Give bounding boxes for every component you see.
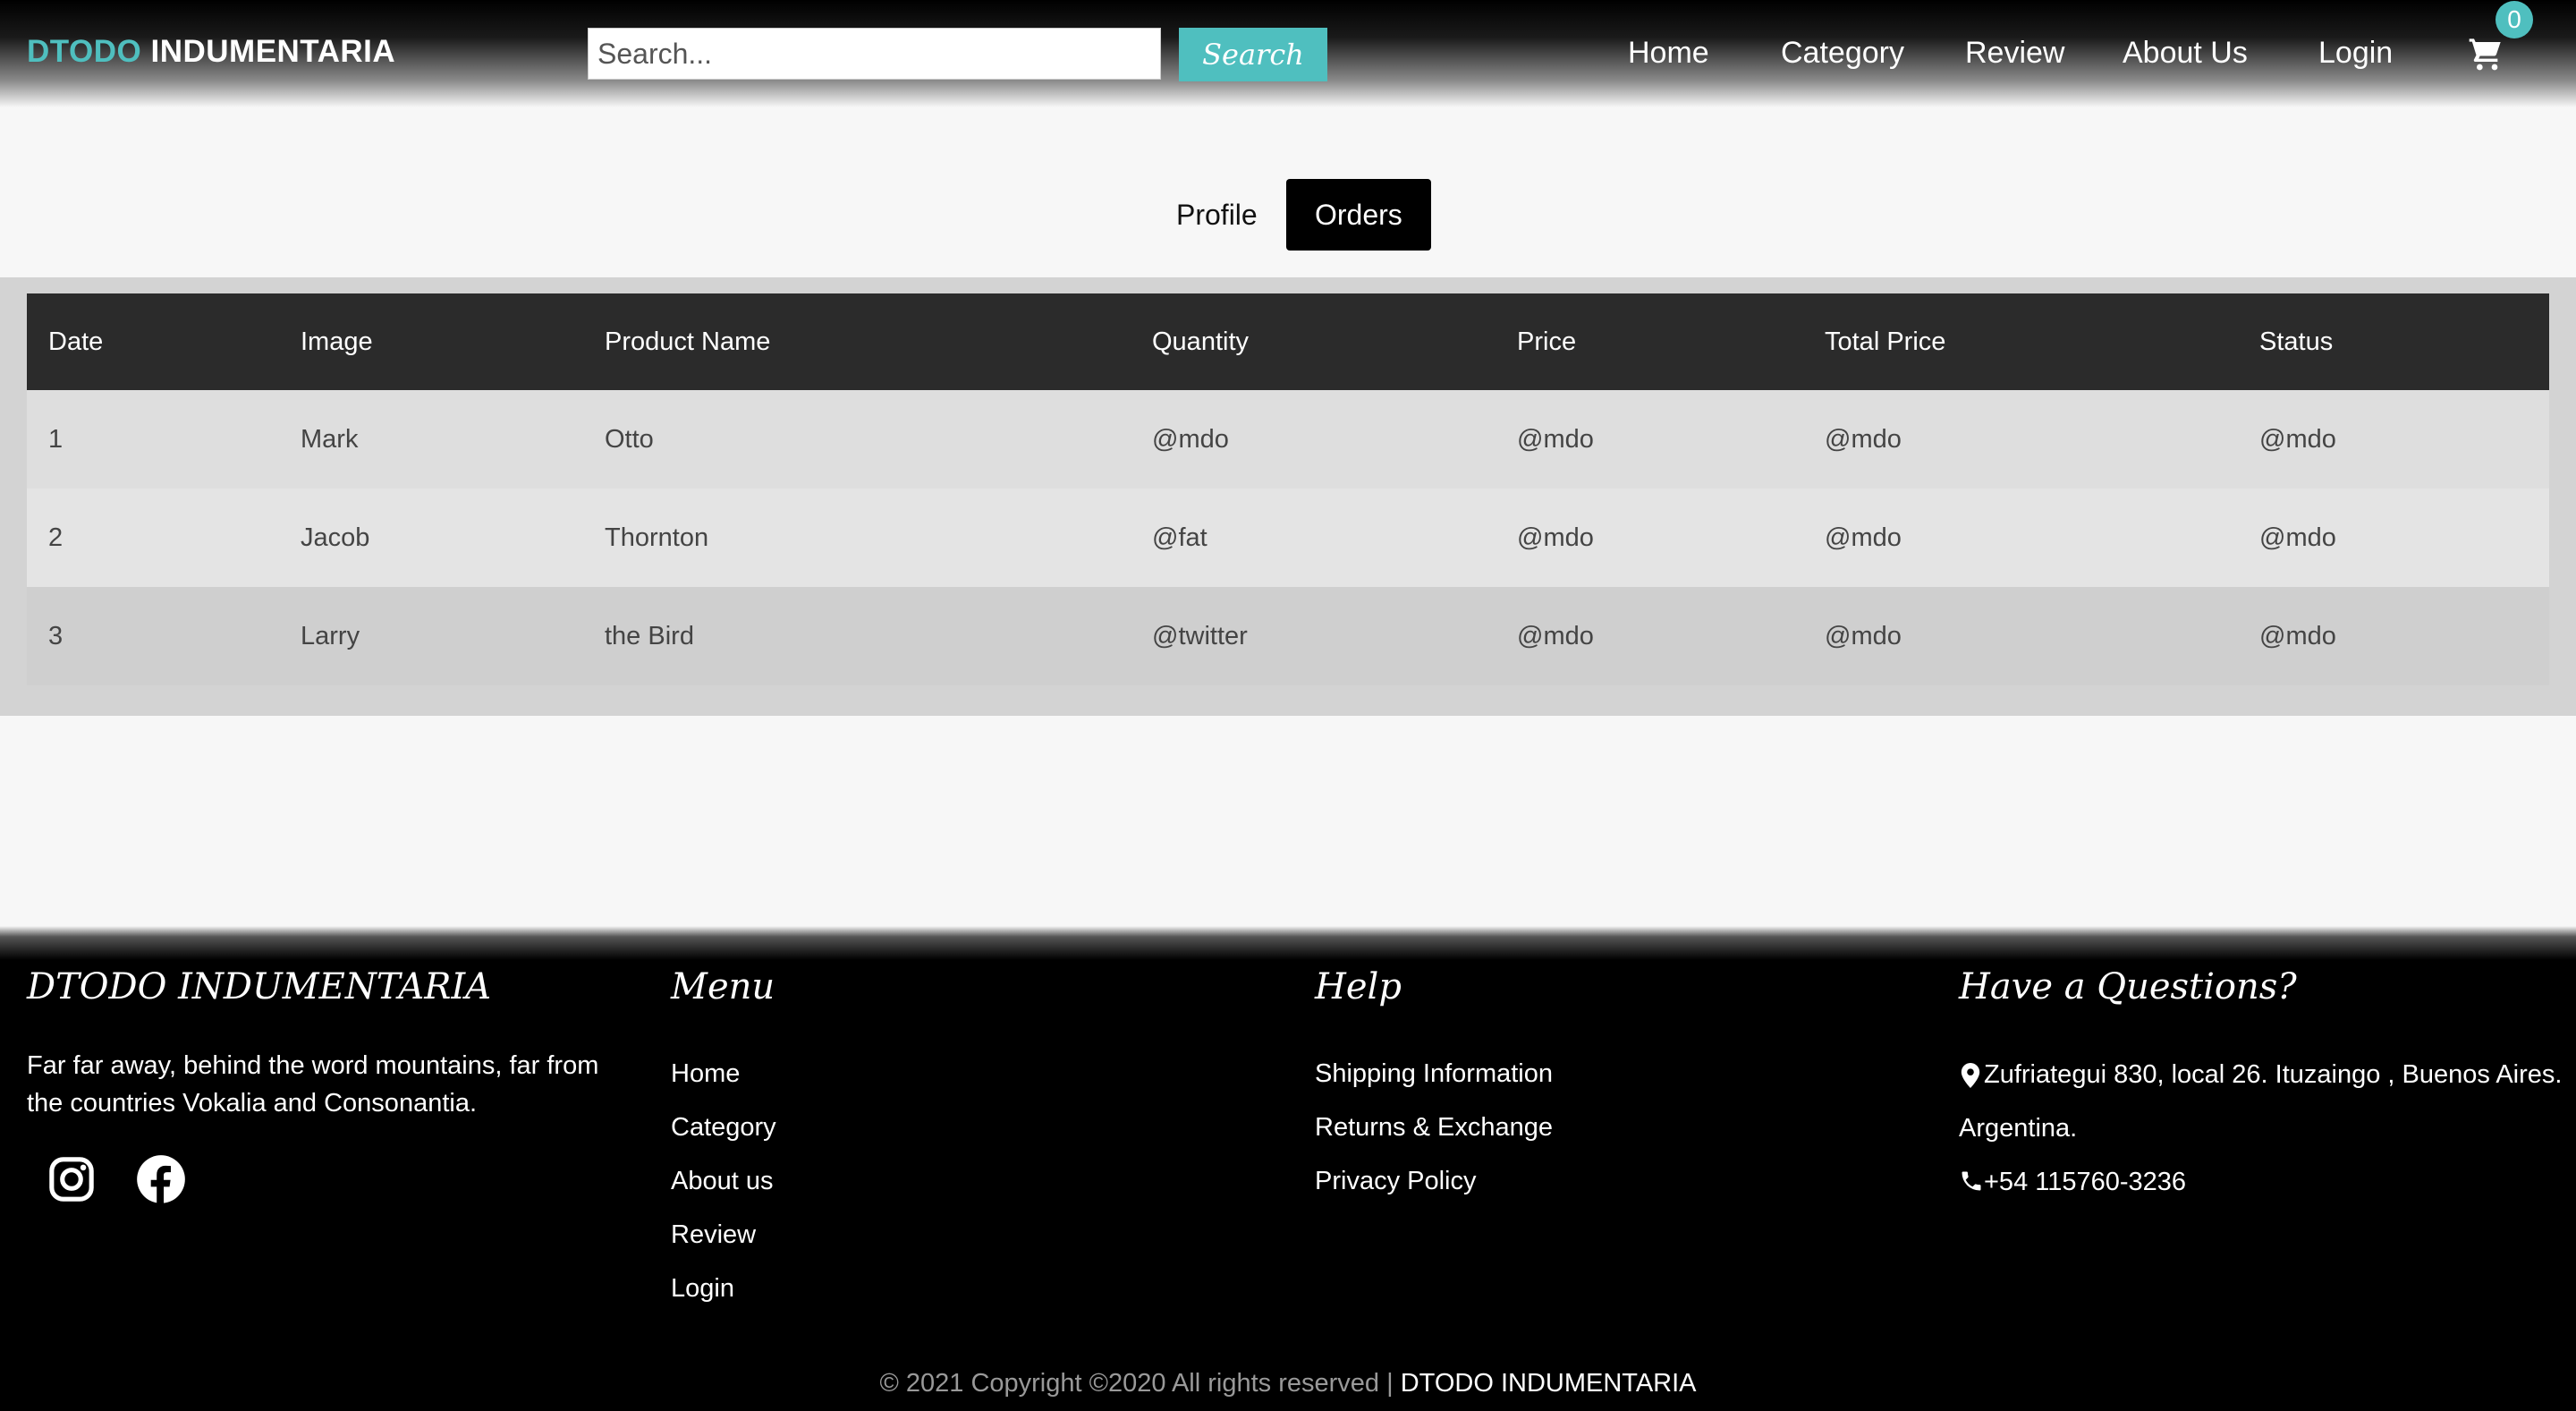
cell-product-name: Thornton (583, 489, 1131, 587)
footer-contact-title: Have a Questions? (1959, 966, 2297, 1007)
footer-brand-title: DTODO INDUMENTARIA (27, 966, 492, 1007)
brand-rest: INDUMENTARIA (150, 34, 396, 69)
footer-link-privacy[interactable]: Privacy Policy (1315, 1167, 1477, 1196)
tab-orders[interactable]: Orders (1286, 179, 1431, 251)
cell-total-price: @mdo (1803, 489, 2238, 587)
cell-total-price: @mdo (1803, 390, 2238, 489)
footer-menu-title: Menu (671, 966, 775, 1007)
orders-table: Date Image Product Name Quantity Price T… (27, 293, 2549, 685)
footer-address-line2: Argentina. (1959, 1114, 2078, 1143)
phone-icon (1962, 1171, 1981, 1191)
cell-status: @mdo (2238, 587, 2549, 685)
instagram-icon[interactable] (47, 1154, 97, 1204)
nav-home[interactable]: Home (1628, 36, 1709, 71)
footer-help-title: Help (1315, 966, 1402, 1007)
footer-link-home[interactable]: Home (671, 1059, 740, 1089)
cell-product-name: Otto (583, 390, 1131, 489)
cell-status: @mdo (2238, 390, 2549, 489)
cell-date: 1 (27, 390, 279, 489)
col-header-price: Price (1496, 293, 1803, 390)
cell-price: @mdo (1496, 587, 1803, 685)
cell-image: Jacob (279, 489, 583, 587)
cell-date: 3 (27, 587, 279, 685)
cart-icon[interactable] (2467, 36, 2504, 72)
location-pin-icon (1961, 1063, 1980, 1088)
footer-address-line1: Zufriategui 830, local 26. Ituzaingo , B… (1984, 1060, 2563, 1089)
col-header-image: Image (279, 293, 583, 390)
nav-review[interactable]: Review (1965, 36, 2064, 71)
table-row: 3 Larry the Bird @twitter @mdo @mdo @mdo (27, 587, 2549, 685)
footer-link-category[interactable]: Category (671, 1113, 776, 1143)
copyright: © 2021 Copyright ©2020 All rights reserv… (0, 1369, 2576, 1398)
cell-price: @mdo (1496, 390, 1803, 489)
nav-login[interactable]: Login (2318, 36, 2393, 71)
cell-total-price: @mdo (1803, 587, 2238, 685)
col-header-quantity: Quantity (1131, 293, 1496, 390)
copyright-text: © 2021 Copyright ©2020 All rights reserv… (879, 1369, 1394, 1398)
brand-logo[interactable]: DTODO INDUMENTARIA (27, 34, 395, 70)
copyright-brand-link[interactable]: DTODO INDUMENTARIA (1401, 1369, 1697, 1398)
table-row: 1 Mark Otto @mdo @mdo @mdo @mdo (27, 390, 2549, 489)
table-row: 2 Jacob Thornton @fat @mdo @mdo @mdo (27, 489, 2549, 587)
col-header-total-price: Total Price (1803, 293, 2238, 390)
footer-link-review[interactable]: Review (671, 1220, 756, 1250)
cell-price: @mdo (1496, 489, 1803, 587)
search-input[interactable] (588, 28, 1161, 80)
tab-profile[interactable]: Profile (1148, 179, 1286, 251)
col-header-product-name: Product Name (583, 293, 1131, 390)
nav-about-us[interactable]: About Us (2123, 36, 2248, 71)
navbar: DTODO INDUMENTARIA Search Home Category … (0, 0, 2576, 107)
footer-link-login[interactable]: Login (671, 1274, 734, 1304)
footer-link-shipping[interactable]: Shipping Information (1315, 1059, 1553, 1089)
cell-status: @mdo (2238, 489, 2549, 587)
cell-image: Larry (279, 587, 583, 685)
cell-date: 2 (27, 489, 279, 587)
footer-link-returns[interactable]: Returns & Exchange (1315, 1113, 1553, 1143)
brand-accent: DTODO (27, 34, 142, 69)
cart-count-badge: 0 (2496, 1, 2533, 38)
col-header-date: Date (27, 293, 279, 390)
nav-category[interactable]: Category (1781, 36, 1904, 71)
cell-product-name: the Bird (583, 587, 1131, 685)
cell-quantity: @twitter (1131, 587, 1496, 685)
footer-description: Far far away, behind the word mountains,… (27, 1051, 599, 1118)
cell-image: Mark (279, 390, 583, 489)
search-button[interactable]: Search (1179, 28, 1327, 81)
cell-quantity: @mdo (1131, 390, 1496, 489)
col-header-status: Status (2238, 293, 2549, 390)
facebook-icon[interactable] (136, 1154, 186, 1204)
orders-section: Date Image Product Name Quantity Price T… (0, 277, 2576, 716)
cell-quantity: @fat (1131, 489, 1496, 587)
footer-link-about-us[interactable]: About us (671, 1167, 773, 1196)
footer-phone[interactable]: +54 115760-3236 (1984, 1163, 2186, 1201)
table-header-row: Date Image Product Name Quantity Price T… (27, 293, 2549, 390)
